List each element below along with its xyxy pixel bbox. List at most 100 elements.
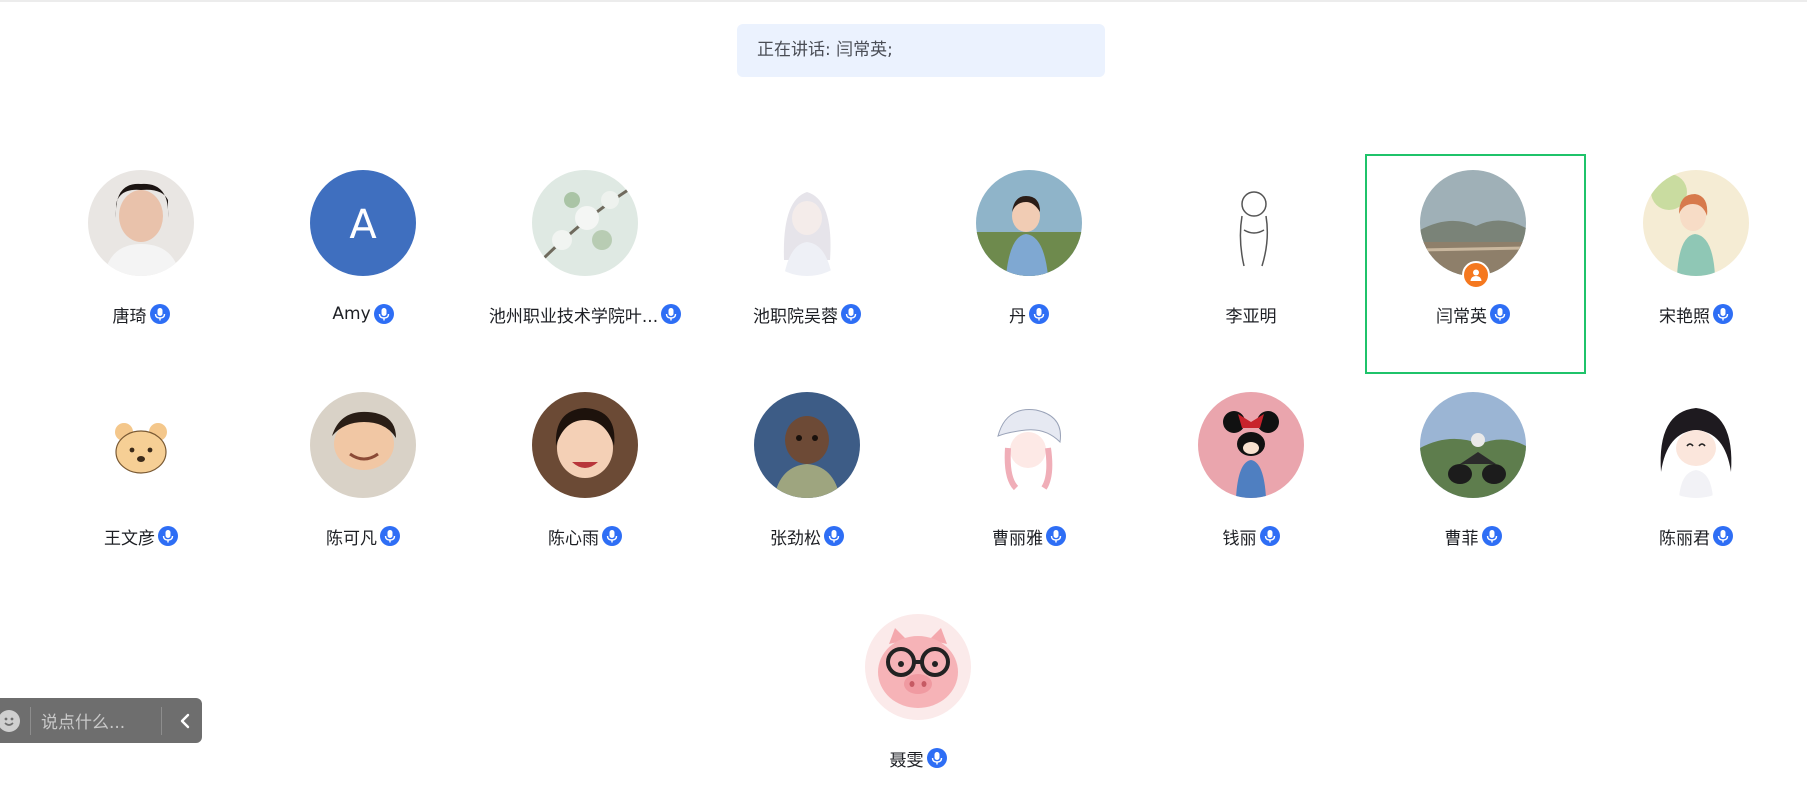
mic-icon xyxy=(661,304,682,324)
chat-bar[interactable]: 说点什么... xyxy=(0,698,202,743)
mic-icon xyxy=(1713,526,1733,546)
member-tile[interactable]: 聂雯 xyxy=(807,614,1029,774)
motorcycle-photo-avatar xyxy=(1420,392,1526,498)
chat-input[interactable]: 说点什么... xyxy=(41,708,151,733)
mic-icon xyxy=(158,526,178,546)
avatar xyxy=(1198,170,1304,276)
member-name: 池州职业技术学院叶... xyxy=(488,306,659,327)
member-name-row: 唐琦 xyxy=(30,301,252,327)
member-name: 王文彦 xyxy=(104,528,155,549)
member-tile[interactable]: 曹丽雅 xyxy=(918,392,1140,552)
member-name: 陈丽君 xyxy=(1659,528,1710,549)
member-name-row: 陈心雨 xyxy=(474,523,696,549)
member-name: 聂雯 xyxy=(889,750,924,771)
member-name: 陈可凡 xyxy=(326,528,377,549)
girl-photo-avatar xyxy=(532,392,638,498)
top-divider xyxy=(0,0,1807,2)
member-name: 丹 xyxy=(1009,306,1026,327)
member-tile[interactable]: 池职院吴蓉 xyxy=(696,170,918,330)
minnie-mouse-avatar xyxy=(1198,392,1304,498)
chibi-girl-avatar xyxy=(1643,392,1749,498)
member-name-row: 钱丽 xyxy=(1140,523,1362,549)
mic-icon xyxy=(926,748,947,768)
member-tile[interactable]: 陈心雨 xyxy=(474,392,696,552)
member-name-row: 王文彦 xyxy=(30,523,252,549)
avatar xyxy=(310,392,416,498)
member-tile[interactable]: 丹 xyxy=(918,170,1140,330)
mic-icon xyxy=(1713,304,1733,324)
member-name-row: 李亚明 xyxy=(1140,301,1362,327)
avatar xyxy=(754,170,860,276)
chevron-left-icon[interactable] xyxy=(178,713,192,729)
mic-icon xyxy=(824,526,844,546)
avatar: A xyxy=(310,170,416,276)
person-icon xyxy=(1462,261,1490,289)
photo-woman-avatar xyxy=(88,170,194,276)
speaking-text: 正在讲话: 闫常英; xyxy=(757,40,893,60)
pig-glasses-avatar xyxy=(865,614,971,720)
avatar xyxy=(865,614,971,720)
child-photo-avatar xyxy=(976,170,1082,276)
speaking-banner: 正在讲话: 闫常英; xyxy=(737,24,1105,77)
avatar xyxy=(1420,392,1526,498)
smile-icon[interactable] xyxy=(0,709,20,732)
mic-icon xyxy=(380,526,400,546)
member-tile[interactable]: 陈丽君 xyxy=(1585,392,1807,552)
member-name: 陈心雨 xyxy=(548,528,599,549)
avatar xyxy=(1643,392,1749,498)
member-name-row: 曹菲 xyxy=(1362,523,1584,549)
member-name: 曹菲 xyxy=(1444,528,1479,549)
avatar xyxy=(976,392,1082,498)
mic-icon xyxy=(1046,526,1066,546)
member-tile[interactable]: 李亚明 xyxy=(1140,170,1362,330)
mic-icon xyxy=(1490,304,1510,324)
cartoon-bear-avatar xyxy=(88,392,194,498)
member-name-row: 陈丽君 xyxy=(1585,523,1807,549)
avatar xyxy=(532,392,638,498)
avatar xyxy=(88,392,194,498)
avatar xyxy=(754,392,860,498)
mic-icon xyxy=(1481,526,1502,546)
member-name: 闫常英 xyxy=(1436,306,1487,327)
member-name-row: 宋艳照 xyxy=(1585,301,1807,327)
member-tile[interactable]: 池州职业技术学院叶... xyxy=(474,170,696,330)
member-name: 张劲松 xyxy=(770,528,821,549)
avatar xyxy=(1420,170,1526,276)
mic-icon xyxy=(602,526,622,546)
mic-icon xyxy=(841,304,861,324)
member-name-row: 池职院吴蓉 xyxy=(696,301,918,327)
flower-branch-avatar xyxy=(532,170,638,276)
member-tile[interactable]: 闫常英 xyxy=(1362,170,1584,330)
member-tile[interactable]: 钱丽 xyxy=(1140,392,1362,552)
mic-icon xyxy=(1029,304,1049,324)
member-tile[interactable]: 宋艳照 xyxy=(1585,170,1807,330)
mic-icon xyxy=(149,304,170,324)
pink-hair-girl-avatar xyxy=(976,392,1082,498)
anime-girl-avatar xyxy=(754,170,860,276)
member-name: 宋艳照 xyxy=(1659,306,1710,327)
member-name-row: 陈可凡 xyxy=(252,523,474,549)
member-name: 唐琦 xyxy=(112,306,147,327)
letter-avatar: A xyxy=(310,170,416,276)
avatar xyxy=(88,170,194,276)
member-tile[interactable]: 王文彦 xyxy=(30,392,252,552)
mic-icon xyxy=(373,304,394,324)
member-name: 曹丽雅 xyxy=(992,528,1043,549)
member-name: 钱丽 xyxy=(1222,528,1257,549)
landscape-avatar xyxy=(1420,170,1526,276)
member-name: Amy xyxy=(332,304,371,324)
member-tile[interactable]: 张劲松 xyxy=(696,392,918,552)
illustrated-girl-avatar xyxy=(1643,170,1749,276)
boy-photo-avatar xyxy=(310,392,416,498)
avatar xyxy=(532,170,638,276)
chat-separator xyxy=(161,706,162,735)
member-name-row: 池州职业技术学院叶... xyxy=(474,301,696,327)
avatar xyxy=(1643,170,1749,276)
member-tile[interactable]: A Amy xyxy=(252,170,474,330)
member-name-row: Amy xyxy=(252,301,474,327)
avatar xyxy=(1198,392,1304,498)
member-tile[interactable]: 唐琦 xyxy=(30,170,252,330)
sketch-figure-avatar xyxy=(1198,170,1304,276)
member-tile[interactable]: 曹菲 xyxy=(1362,392,1584,552)
member-tile[interactable]: 陈可凡 xyxy=(252,392,474,552)
